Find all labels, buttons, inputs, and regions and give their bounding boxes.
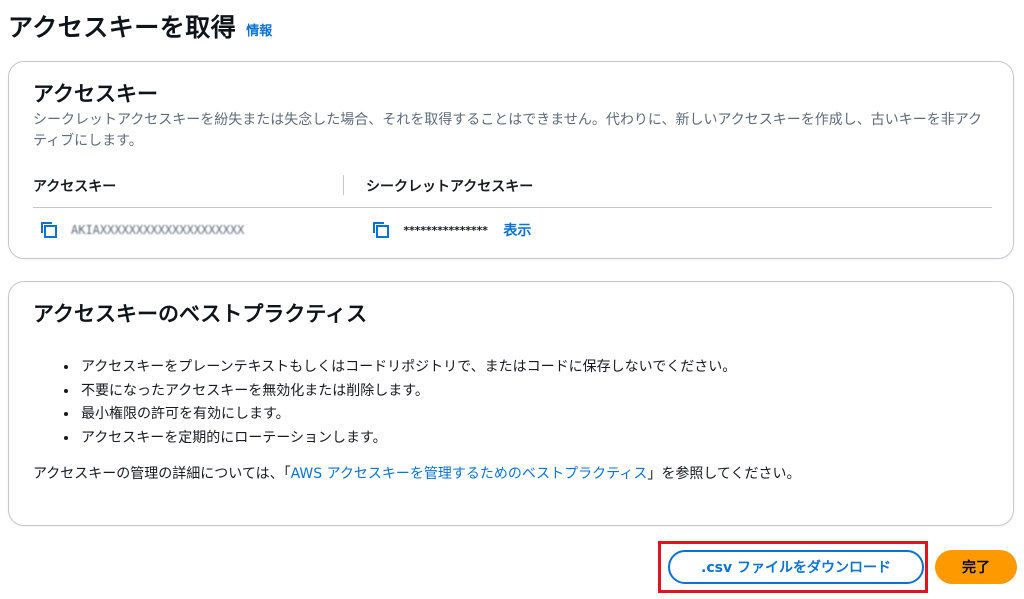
row-divider xyxy=(33,207,992,208)
manage-prefix: アクセスキーの管理の詳細については、「 xyxy=(33,466,291,482)
list-item: アクセスキーを定期的にローテーションします。 xyxy=(79,427,736,451)
secret-key-masked: *************** xyxy=(403,223,488,237)
access-key-card-title: アクセスキー xyxy=(33,82,158,106)
secret-key-cell: *************** 表示 xyxy=(371,220,531,240)
best-practices-link[interactable]: AWS アクセスキーを管理するためのベストプラクティス xyxy=(291,466,648,482)
column-header-secret-key: シークレットアクセスキー xyxy=(366,179,534,195)
best-practices-list: アクセスキーをプレーンテキストもしくはコードリポジトリで、またはコードに保存しな… xyxy=(61,356,736,450)
column-header-access-key: アクセスキー xyxy=(33,179,117,195)
list-item: 不要になったアクセスキーを無効化または削除します。 xyxy=(79,380,736,404)
manage-suffix: 」を参照してください。 xyxy=(647,466,801,482)
access-key-card: アクセスキー シークレットアクセスキーを紛失または失念した場合、それを取得するこ… xyxy=(8,61,1014,259)
best-practices-title: アクセスキーのベストプラクティス xyxy=(33,302,368,326)
access-key-value: AKIAXXXXXXXXXXXXXXXXXXXX xyxy=(71,223,245,237)
column-divider xyxy=(343,175,344,195)
access-key-card-description: シークレットアクセスキーを紛失または失念した場合、それを取得することはできません… xyxy=(33,112,983,149)
page-header: アクセスキーを取得 情報 xyxy=(8,8,272,44)
info-link[interactable]: 情報 xyxy=(246,20,272,39)
list-item: アクセスキーをプレーンテキストもしくはコードリポジトリで、またはコードに保存しな… xyxy=(79,356,736,380)
show-secret-link[interactable]: 表示 xyxy=(503,220,531,240)
access-key-cell: AKIAXXXXXXXXXXXXXXXXXXXX xyxy=(39,220,244,240)
list-item: 最小権限の許可を有効にします。 xyxy=(79,403,736,427)
copy-icon[interactable] xyxy=(39,220,59,240)
copy-icon[interactable] xyxy=(371,220,391,240)
best-practices-card: アクセスキーのベストプラクティス アクセスキーをプレーンテキストもしくはコードリ… xyxy=(8,281,1014,526)
done-button[interactable]: 完了 xyxy=(935,550,1017,584)
download-csv-button[interactable]: .csv ファイルをダウンロード xyxy=(668,550,924,584)
page-title: アクセスキーを取得 xyxy=(8,13,237,42)
page: アクセスキーを取得 情報 アクセスキー シークレットアクセスキーを紛失または失念… xyxy=(0,0,1024,599)
manage-keys-text: アクセスキーの管理の詳細については、「AWS アクセスキーを管理するためのベスト… xyxy=(33,463,801,483)
